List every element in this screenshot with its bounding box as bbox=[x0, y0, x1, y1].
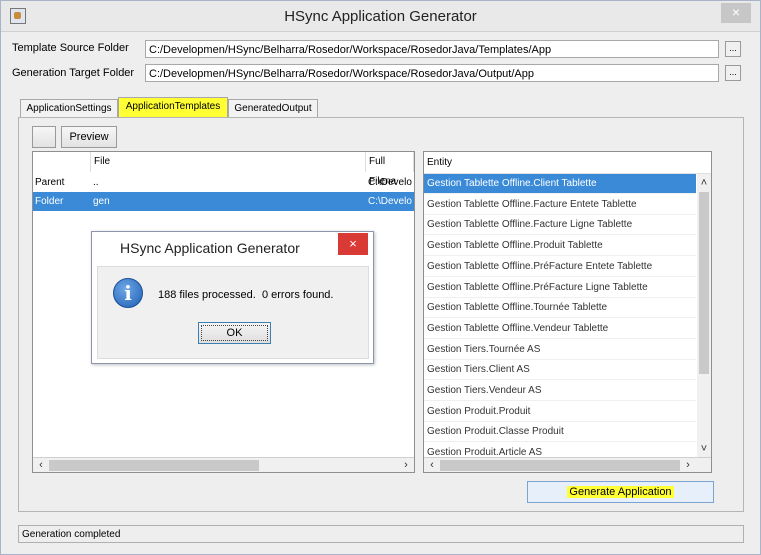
scroll-down-icon[interactable]: ˅ bbox=[697, 442, 711, 456]
entity-list-item[interactable]: Gestion Produit.Classe Produit bbox=[424, 422, 696, 443]
scroll-right-icon[interactable]: › bbox=[681, 458, 695, 472]
entity-list-item[interactable]: Gestion Tablette Offline.Facture Entete … bbox=[424, 195, 696, 215]
target-browse-button[interactable]: ... bbox=[725, 65, 741, 81]
ok-button[interactable]: OK bbox=[198, 322, 271, 344]
blank-button[interactable] bbox=[32, 126, 56, 148]
scrollbar-thumb[interactable] bbox=[440, 460, 680, 471]
entity-list-item[interactable]: Gestion Tiers.Client AS bbox=[424, 360, 696, 381]
entity-list-item[interactable]: Gestion Tablette Offline.Produit Tablett… bbox=[424, 236, 696, 257]
entity-list-item[interactable]: Gestion Tiers.Tournée AS bbox=[424, 340, 696, 360]
dialog-close-button[interactable]: × bbox=[338, 233, 368, 255]
tab-application-settings[interactable]: ApplicationSettings bbox=[20, 99, 118, 118]
tab-generated-output[interactable]: GeneratedOutput bbox=[228, 99, 318, 118]
file-table-horizontal-scrollbar[interactable]: ‹ › bbox=[33, 457, 414, 472]
generate-application-button[interactable]: Generate Application bbox=[527, 481, 714, 503]
scroll-up-icon[interactable]: ˄ bbox=[697, 176, 711, 190]
column-header-type[interactable] bbox=[33, 152, 91, 172]
row-type-cell: Parent bbox=[35, 177, 65, 188]
row-full-cell: C:\Develo bbox=[368, 177, 412, 188]
entity-list-item[interactable]: Gestion Tablette Offline.Vendeur Tablett… bbox=[424, 319, 696, 339]
row-type-cell: Folder bbox=[35, 196, 64, 207]
entity-list-item[interactable]: Gestion Tablette Offline.Facture Ligne T… bbox=[424, 215, 696, 236]
scrollbar-thumb[interactable] bbox=[49, 460, 259, 471]
title-bar[interactable]: HSync Application Generator × bbox=[1, 1, 760, 32]
table-row[interactable]: Parent .. C:\Develo bbox=[33, 173, 414, 192]
entity-list-item[interactable]: Gestion Tiers.Vendeur AS bbox=[424, 381, 696, 401]
row-file-cell: .. bbox=[93, 177, 99, 188]
generation-target-label: Generation Target Folder bbox=[12, 67, 135, 79]
window-title: HSync Application Generator bbox=[284, 8, 477, 25]
scrollbar-thumb[interactable] bbox=[699, 192, 709, 374]
column-header-full-filename[interactable]: Full Filena bbox=[366, 152, 414, 187]
main-window: HSync Application Generator × Template S… bbox=[0, 0, 761, 555]
template-source-label: Template Source Folder bbox=[12, 42, 129, 54]
entity-horizontal-scrollbar[interactable]: ‹ › bbox=[424, 457, 711, 472]
row-full-cell: C:\Develo bbox=[368, 196, 412, 207]
entity-list[interactable]: Entity Gestion Tablette Offline.Client T… bbox=[423, 151, 712, 473]
scroll-right-icon[interactable]: › bbox=[399, 458, 413, 472]
scroll-left-icon[interactable]: ‹ bbox=[425, 458, 439, 472]
template-browse-button[interactable]: ... bbox=[725, 41, 741, 57]
preview-button[interactable]: Preview bbox=[61, 126, 117, 148]
info-icon: i bbox=[113, 278, 143, 308]
entity-list-item[interactable]: Gestion Tablette Offline.PréFacture Ente… bbox=[424, 257, 696, 277]
generation-target-field[interactable]: C:/Developmen/HSync/Belharra/Rosedor/Wor… bbox=[145, 64, 719, 82]
status-bar: Generation completed bbox=[18, 525, 744, 543]
entity-list-item[interactable]: Gestion Tablette Offline.Tournée Tablett… bbox=[424, 298, 696, 319]
scroll-left-icon[interactable]: ‹ bbox=[34, 458, 48, 472]
column-header-file[interactable]: File bbox=[91, 152, 366, 172]
entity-list-item[interactable]: Gestion Produit.Produit bbox=[424, 402, 696, 422]
entity-vertical-scrollbar[interactable]: ˄ ˅ bbox=[697, 174, 711, 458]
entity-header: Entity bbox=[424, 152, 711, 174]
message-dialog: HSync Application Generator × i 188 file… bbox=[91, 231, 374, 364]
window-close-button[interactable]: × bbox=[721, 3, 751, 23]
row-file-cell: gen bbox=[93, 196, 110, 207]
table-row[interactable]: Folder gen C:\Develo bbox=[33, 192, 414, 211]
dialog-message: 188 files processed. 0 errors found. bbox=[158, 289, 334, 301]
tab-application-templates[interactable]: ApplicationTemplates bbox=[118, 97, 228, 118]
template-source-field[interactable]: C:/Developmen/HSync/Belharra/Rosedor/Wor… bbox=[145, 40, 719, 58]
entity-list-item[interactable]: Gestion Tablette Offline.Client Tablette bbox=[424, 174, 696, 194]
dialog-body: i 188 files processed. 0 errors found. O… bbox=[97, 266, 369, 359]
dialog-title: HSync Application Generator bbox=[120, 240, 300, 256]
generate-application-label: Generate Application bbox=[567, 486, 674, 498]
entity-list-item[interactable]: Gestion Tablette Offline.PréFacture Lign… bbox=[424, 278, 696, 298]
